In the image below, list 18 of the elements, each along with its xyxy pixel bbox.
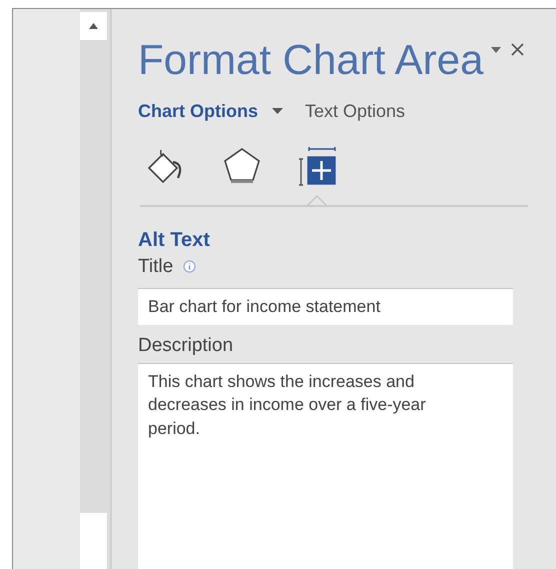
options-tab[interactable]: Text Options: [305, 100, 406, 122]
title-input[interactable]: Bar chart for income statement: [138, 288, 513, 324]
description-textarea[interactable]: This chart shows the increases and decreases in income over a five-year period.: [138, 362, 513, 569]
options-tab[interactable]: Chart Options: [138, 100, 283, 122]
pane-title: Format Chart Area: [138, 39, 484, 81]
section-heading: Alt Text: [138, 228, 211, 252]
pointer-notch: [307, 195, 327, 206]
scroll-up-button[interactable]: [80, 12, 107, 40]
pentagon-icon[interactable]: [222, 146, 262, 186]
scroll-thumb[interactable]: [80, 513, 107, 569]
close-icon[interactable]: [511, 43, 524, 56]
field-label: Description: [138, 334, 234, 356]
size-properties-icon[interactable]: [296, 145, 338, 187]
scrollbar[interactable]: [80, 9, 112, 569]
caret-icon[interactable]: [491, 47, 502, 53]
up-arrow-icon: [89, 23, 98, 29]
info-icon[interactable]: [183, 260, 196, 273]
field-label: Title: [138, 256, 174, 278]
